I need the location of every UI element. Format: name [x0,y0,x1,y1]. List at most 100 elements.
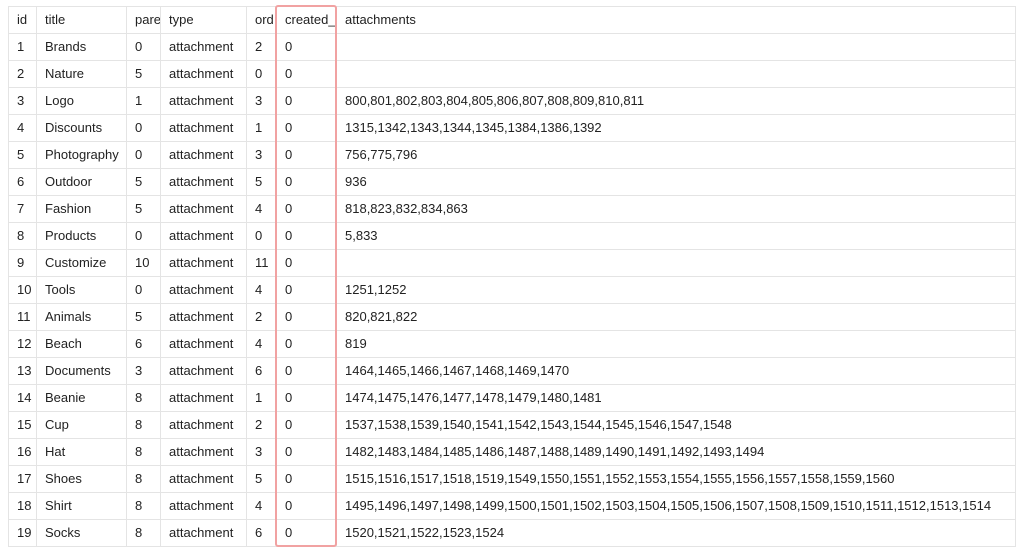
cell-ord: 0 [247,223,277,250]
header-row: id title parent type ord created_by atta… [9,7,1016,34]
col-header-parent: parent [127,7,161,34]
cell-type: attachment [161,115,247,142]
cell-type: attachment [161,304,247,331]
cell-type: attachment [161,196,247,223]
table-row: 17Shoes8attachment501515,1516,1517,1518,… [9,466,1016,493]
cell-title: Nature [37,61,127,88]
cell-attachments: 800,801,802,803,804,805,806,807,808,809,… [337,88,1016,115]
cell-title: Socks [37,520,127,547]
cell-title: Beanie [37,385,127,412]
table-row: 11Animals5attachment20820,821,822 [9,304,1016,331]
table-row: 5Photography0attachment30756,775,796 [9,142,1016,169]
cell-attachments: 1315,1342,1343,1344,1345,1384,1386,1392 [337,115,1016,142]
cell-type: attachment [161,466,247,493]
cell-id: 1 [9,34,37,61]
cell-title: Brands [37,34,127,61]
cell-created_by: 0 [277,88,337,115]
cell-title: Discounts [37,115,127,142]
cell-attachments: 1464,1465,1466,1467,1468,1469,1470 [337,358,1016,385]
cell-ord: 0 [247,61,277,88]
cell-ord: 3 [247,88,277,115]
cell-title: Outdoor [37,169,127,196]
cell-ord: 1 [247,115,277,142]
cell-ord: 2 [247,34,277,61]
cell-id: 8 [9,223,37,250]
cell-id: 4 [9,115,37,142]
cell-type: attachment [161,493,247,520]
cell-parent: 8 [127,466,161,493]
cell-created_by: 0 [277,223,337,250]
table-row: 3Logo1attachment30800,801,802,803,804,80… [9,88,1016,115]
cell-type: attachment [161,61,247,88]
cell-type: attachment [161,169,247,196]
cell-attachments: 936 [337,169,1016,196]
cell-title: Cup [37,412,127,439]
cell-created_by: 0 [277,277,337,304]
table-row: 4Discounts0attachment101315,1342,1343,13… [9,115,1016,142]
cell-title: Beach [37,331,127,358]
cell-parent: 8 [127,412,161,439]
cell-title: Fashion [37,196,127,223]
cell-created_by: 0 [277,331,337,358]
cell-created_by: 0 [277,439,337,466]
cell-title: Products [37,223,127,250]
cell-created_by: 0 [277,304,337,331]
cell-created_by: 0 [277,61,337,88]
cell-ord: 4 [247,277,277,304]
col-header-ord: ord [247,7,277,34]
cell-attachments: 1482,1483,1484,1485,1486,1487,1488,1489,… [337,439,1016,466]
cell-parent: 0 [127,142,161,169]
cell-type: attachment [161,142,247,169]
table-row: 19Socks8attachment601520,1521,1522,1523,… [9,520,1016,547]
cell-parent: 0 [127,115,161,142]
cell-attachments [337,61,1016,88]
cell-parent: 3 [127,358,161,385]
cell-created_by: 0 [277,385,337,412]
cell-attachments [337,250,1016,277]
cell-type: attachment [161,358,247,385]
cell-ord: 4 [247,493,277,520]
cell-created_by: 0 [277,412,337,439]
cell-parent: 0 [127,277,161,304]
cell-parent: 5 [127,61,161,88]
cell-parent: 8 [127,385,161,412]
cell-type: attachment [161,223,247,250]
cell-created_by: 0 [277,34,337,61]
table-row: 2Nature5attachment00 [9,61,1016,88]
cell-attachments: 818,823,832,834,863 [337,196,1016,223]
cell-id: 2 [9,61,37,88]
table-row: 6Outdoor5attachment50936 [9,169,1016,196]
cell-ord: 11 [247,250,277,277]
table-row: 9Customize10attachment110 [9,250,1016,277]
cell-attachments: 820,821,822 [337,304,1016,331]
cell-created_by: 0 [277,142,337,169]
cell-parent: 1 [127,88,161,115]
cell-attachments: 1474,1475,1476,1477,1478,1479,1480,1481 [337,385,1016,412]
cell-id: 17 [9,466,37,493]
cell-attachments: 1515,1516,1517,1518,1519,1549,1550,1551,… [337,466,1016,493]
table-row: 16Hat8attachment301482,1483,1484,1485,14… [9,439,1016,466]
cell-ord: 6 [247,358,277,385]
cell-parent: 8 [127,520,161,547]
cell-ord: 5 [247,169,277,196]
table-row: 12Beach6attachment40819 [9,331,1016,358]
cell-ord: 3 [247,142,277,169]
cell-id: 13 [9,358,37,385]
cell-parent: 8 [127,439,161,466]
cell-title: Animals [37,304,127,331]
cell-id: 15 [9,412,37,439]
cell-id: 16 [9,439,37,466]
cell-type: attachment [161,277,247,304]
cell-id: 10 [9,277,37,304]
cell-title: Documents [37,358,127,385]
cell-type: attachment [161,385,247,412]
cell-parent: 6 [127,331,161,358]
cell-id: 12 [9,331,37,358]
cell-id: 5 [9,142,37,169]
col-header-type: type [161,7,247,34]
cell-attachments: 819 [337,331,1016,358]
cell-ord: 1 [247,385,277,412]
cell-parent: 5 [127,196,161,223]
cell-created_by: 0 [277,115,337,142]
table-row: 15Cup8attachment201537,1538,1539,1540,15… [9,412,1016,439]
